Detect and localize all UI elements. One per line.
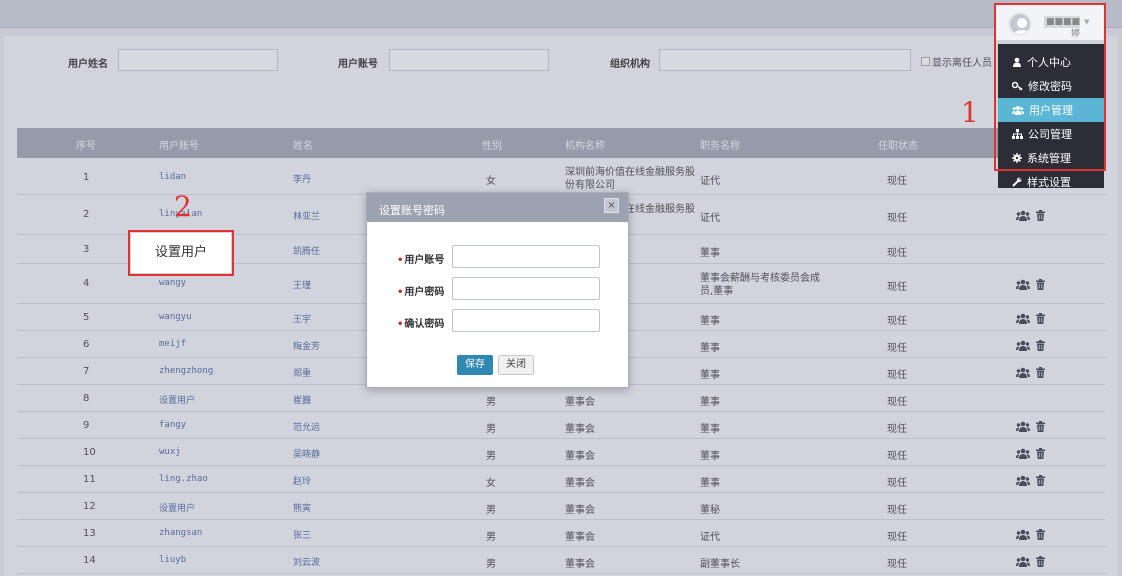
required-mark: • (397, 319, 404, 330)
annotation-box-1 (994, 3, 1106, 171)
form-row-account: •用户账号 (367, 245, 630, 268)
form-row-password: •用户密码 (367, 277, 630, 300)
form-row-confirm: •确认密码 (367, 309, 630, 332)
close-icon[interactable]: × (604, 198, 619, 213)
set-password-dialog: 设置账号密码 × •用户账号 •用户密码 •确认密码 保存 关闭 (366, 192, 629, 388)
dialog-header: 设置账号密码 × (367, 193, 628, 222)
password-label: 用户密码 (404, 287, 445, 298)
required-mark: • (397, 287, 404, 298)
account-input[interactable] (452, 245, 600, 268)
close-button[interactable]: 关闭 (498, 355, 534, 375)
save-button[interactable]: 保存 (457, 355, 493, 375)
menu-item-label: 样式设置 (1027, 176, 1071, 189)
annotation-number-2: 2 (174, 190, 192, 223)
confirm-password-input[interactable] (452, 309, 600, 332)
confirm-password-label: 确认密码 (404, 319, 445, 330)
menu-item-style-settings[interactable]: 样式设置 (998, 170, 1104, 194)
dialog-title: 设置账号密码 (379, 204, 445, 217)
wrench-icon (1012, 177, 1022, 187)
set-user-callout: 设置用户 (131, 233, 231, 273)
required-mark: • (397, 255, 404, 266)
password-input[interactable] (452, 277, 600, 300)
account-label: 用户账号 (404, 255, 445, 266)
annotation-number-1: 1 (961, 96, 979, 129)
